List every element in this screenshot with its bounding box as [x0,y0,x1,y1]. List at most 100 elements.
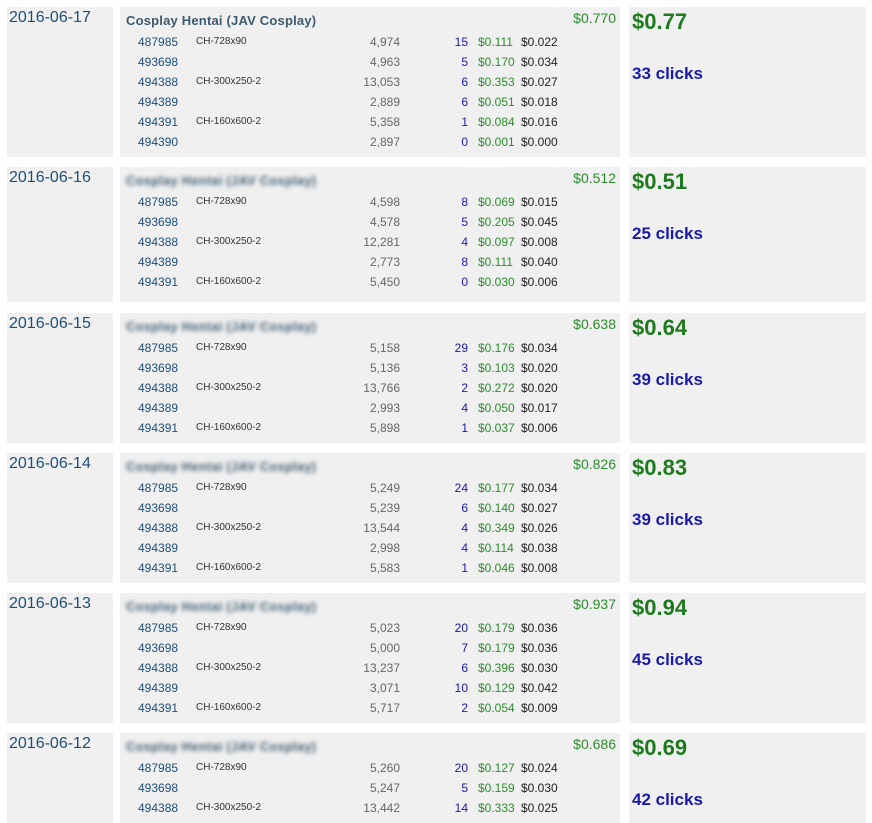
revenue-value: $0.170 [478,55,515,69]
clicks-value: 6 [461,501,468,515]
zone-id-link[interactable]: 494388 [138,75,178,89]
zone-id-link[interactable]: 487985 [138,481,178,495]
zone-id-link[interactable]: 493698 [138,215,178,229]
zone-id-link[interactable]: 494391 [138,115,178,129]
zone-name: CH-300x250-2 [196,236,262,247]
zone-row: 493698 5,239 6 $0.140 $0.027 [120,498,620,518]
zone-id-link[interactable]: 494391 [138,421,178,435]
impressions-value: 13,053 [363,75,400,89]
date-label[interactable]: 2016-06-15 [9,315,91,333]
impressions-value: 5,358 [369,115,400,129]
ecpm-value: $0.034 [521,55,558,69]
zone-name: CH-300x250-2 [196,802,262,813]
impressions-value: 5,260 [369,761,400,775]
date-label[interactable]: 2016-06-12 [9,735,91,753]
zone-id-link[interactable]: 487985 [138,621,178,635]
zone-id-link[interactable]: 494389 [138,95,178,109]
ecpm-value: $0.008 [521,235,558,249]
ecpm-value: $0.036 [521,641,558,655]
zone-id-link[interactable]: 493698 [138,641,178,655]
ecpm-value: $0.034 [521,481,558,495]
zone-id-link[interactable]: 487985 [138,761,178,775]
site-name-link[interactable]: Cosplay Hentai (JAV Cosplay) [126,459,316,474]
zone-row: 494388 CH-300x250-2 13,237 6 $0.396 $0.030 [120,658,620,678]
clicks-value: 6 [461,661,468,675]
date-label[interactable]: 2016-06-13 [9,595,91,613]
day-clicks-total: 45 clicks [632,650,703,669]
clicks-value: 2 [461,381,468,395]
revenue-value: $0.097 [478,235,515,249]
zone-id-link[interactable]: 494391 [138,275,178,289]
zone-id-link[interactable]: 494391 [138,701,178,715]
revenue-value: $0.001 [478,135,515,149]
revenue-value: $0.272 [478,381,515,395]
day-revenue-total: $0.64 [632,315,688,340]
zone-id-link[interactable]: 494389 [138,681,178,695]
zone-row: 493698 5,136 3 $0.103 $0.020 [120,358,620,378]
zone-id-link[interactable]: 494391 [138,561,178,575]
site-name-link[interactable]: Cosplay Hentai (JAV Cosplay) [126,173,316,188]
day-block: 2016-06-12 Cosplay Hentai (JAV Cosplay) $0… [0,733,872,823]
zone-id-link[interactable]: 494388 [138,801,178,815]
clicks-value: 6 [461,95,468,109]
site-name-link[interactable]: Cosplay Hentai (JAV Cosplay) [126,319,316,334]
zone-row: 494389 2,998 4 $0.114 $0.038 [120,538,620,558]
date-label[interactable]: 2016-06-17 [9,9,91,27]
date-cell: 2016-06-15 [7,313,113,443]
ecpm-value: $0.034 [521,341,558,355]
revenue-value: $0.069 [478,195,515,209]
day-summary-panel: $0.83 39 clicks [629,453,866,583]
clicks-value: 4 [461,541,468,555]
zone-id-link[interactable]: 493698 [138,781,178,795]
day-block: 2016-06-17 Cosplay Hentai (JAV Cosplay) $0… [0,7,872,157]
zone-name: CH-728x90 [196,196,247,207]
zone-id-link[interactable]: 494388 [138,235,178,249]
revenue-value: $0.179 [478,641,515,655]
date-label[interactable]: 2016-06-14 [9,455,91,473]
zone-id-link[interactable]: 493698 [138,55,178,69]
clicks-value: 0 [461,275,468,289]
zone-id-link[interactable]: 494388 [138,661,178,675]
date-label[interactable]: 2016-06-16 [9,169,91,187]
site-name-link[interactable]: Cosplay Hentai (JAV Cosplay) [126,739,316,754]
clicks-value: 15 [454,35,468,49]
impressions-value: 4,578 [369,215,400,229]
zone-id-link[interactable]: 487985 [138,341,178,355]
zone-id-link[interactable]: 494388 [138,381,178,395]
zone-row: 494390 2,897 0 $0.001 $0.000 [120,132,620,152]
revenue-value: $0.353 [478,75,515,89]
zone-id-link[interactable]: 494389 [138,541,178,555]
site-name-link[interactable]: Cosplay Hentai (JAV Cosplay) [126,13,316,28]
ecpm-value: $0.018 [521,95,558,109]
impressions-value: 5,136 [369,361,400,375]
impressions-value: 5,247 [369,781,400,795]
clicks-value: 6 [461,75,468,89]
day-block: 2016-06-15 Cosplay Hentai (JAV Cosplay) $0… [0,313,872,443]
zone-row: 494388 CH-300x250-2 12,281 4 $0.097 $0.008 [120,232,620,252]
clicks-value: 4 [461,521,468,535]
zone-id-link[interactable]: 487985 [138,195,178,209]
zone-id-link[interactable]: 493698 [138,361,178,375]
impressions-value: 4,598 [369,195,400,209]
day-clicks-total: 25 clicks [632,224,703,243]
zone-id-link[interactable]: 494390 [138,135,178,149]
zone-row: 487985 CH-728x90 5,249 24 $0.177 $0.034 [120,478,620,498]
zone-row: 494391 CH-160x600-2 5,583 1 $0.046 $0.008 [120,558,620,578]
zone-name: CH-160x600-2 [196,422,262,433]
day-clicks-total: 39 clicks [632,510,703,529]
zone-id-link[interactable]: 494389 [138,255,178,269]
site-name-link[interactable]: Cosplay Hentai (JAV Cosplay) [126,599,316,614]
ecpm-value: $0.027 [521,501,558,515]
revenue-value: $0.111 [478,255,513,269]
zone-row: 494391 CH-160x600-2 5,898 1 $0.037 $0.006 [120,418,620,438]
zone-name: CH-728x90 [196,762,247,773]
zone-id-link[interactable]: 494389 [138,401,178,415]
day-summary-panel: $0.94 45 clicks [629,593,866,723]
site-stats-panel: Cosplay Hentai (JAV Cosplay) $0.512 487985… [120,167,620,302]
zone-id-link[interactable]: 493698 [138,501,178,515]
impressions-value: 2,889 [369,95,400,109]
zone-id-link[interactable]: 487985 [138,35,178,49]
revenue-value: $0.177 [478,481,515,495]
zone-id-link[interactable]: 494388 [138,521,178,535]
clicks-value: 5 [461,55,468,69]
